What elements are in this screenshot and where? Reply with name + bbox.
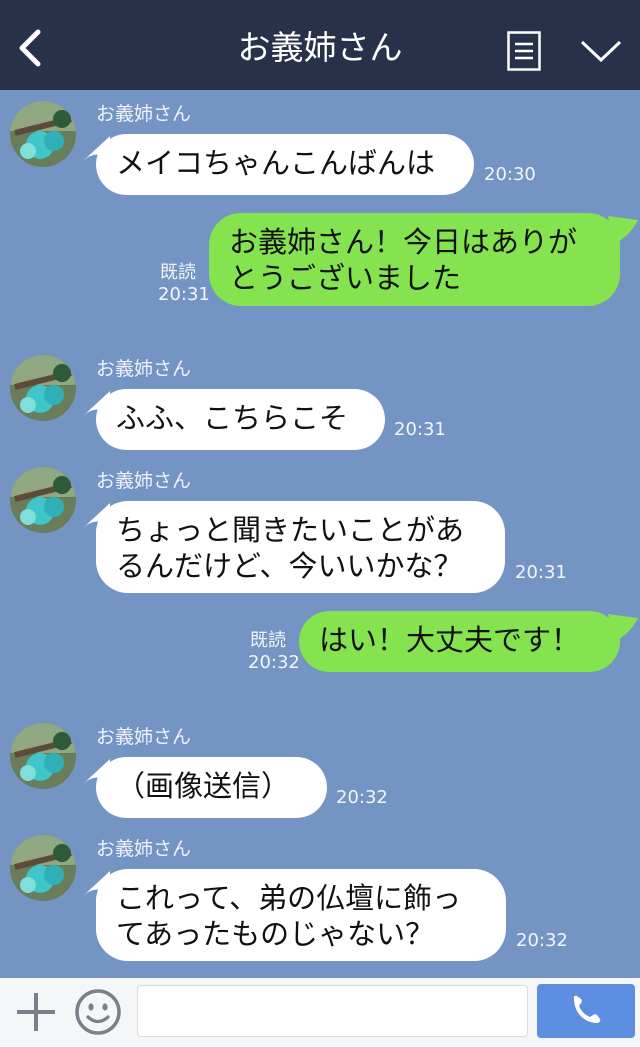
avatar-photo-icon <box>10 355 76 421</box>
sender-name: お義姉さん <box>96 103 192 125</box>
message-bubble[interactable]: ふふ、こちらこそ <box>96 389 385 450</box>
avatar[interactable] <box>10 355 76 421</box>
message-bubble[interactable]: ちょっと聞きたいことがあ るんだけど、今いいかな？ <box>96 501 505 593</box>
message-time: 20:31 <box>158 284 210 305</box>
read-receipt: 既読 <box>250 630 286 651</box>
plus-icon[interactable] <box>14 990 58 1034</box>
bubble-tail <box>608 216 638 244</box>
menu-list-icon[interactable] <box>507 31 541 71</box>
avatar-photo-icon <box>10 835 76 901</box>
phone-icon <box>573 995 601 1023</box>
message-bubble[interactable]: お義姉さん！今日はありが とうございました <box>209 213 620 306</box>
message-time: 20:31 <box>394 419 446 440</box>
sender-name: お義姉さん <box>96 358 192 380</box>
message-bubble[interactable]: はい！大丈夫です！ <box>299 611 620 672</box>
message-bubble[interactable]: メイコちゃんこんばんは <box>96 134 474 195</box>
avatar[interactable] <box>10 835 76 901</box>
message-time: 20:32 <box>516 930 568 951</box>
message-bubble[interactable]: （画像送信） <box>96 757 327 818</box>
sender-name: お義姉さん <box>96 470 192 492</box>
chat-header: お義姉さん <box>0 0 640 90</box>
avatar[interactable] <box>10 467 76 533</box>
message-time: 20:30 <box>484 164 536 185</box>
smile-icon[interactable] <box>74 988 122 1036</box>
message-input[interactable] <box>137 985 528 1037</box>
read-receipt: 既読 <box>160 262 196 283</box>
message-bubble[interactable]: これって、弟の仏壇に飾っ てあったものじゃない？ <box>96 869 506 961</box>
message-time: 20:32 <box>248 652 300 673</box>
avatar-photo-icon <box>10 467 76 533</box>
bubble-tail <box>608 614 638 642</box>
avatar[interactable] <box>10 723 76 789</box>
chevron-down-icon[interactable] <box>580 38 622 64</box>
message-time: 20:31 <box>515 562 567 583</box>
chat-title: お義姉さん <box>237 28 403 67</box>
avatar-photo-icon <box>10 723 76 789</box>
avatar-photo-icon <box>10 101 76 167</box>
sender-name: お義姉さん <box>96 726 192 748</box>
avatar[interactable] <box>10 101 76 167</box>
call-button[interactable] <box>537 984 635 1038</box>
sender-name: お義姉さん <box>96 838 192 860</box>
message-time: 20:32 <box>336 787 388 808</box>
